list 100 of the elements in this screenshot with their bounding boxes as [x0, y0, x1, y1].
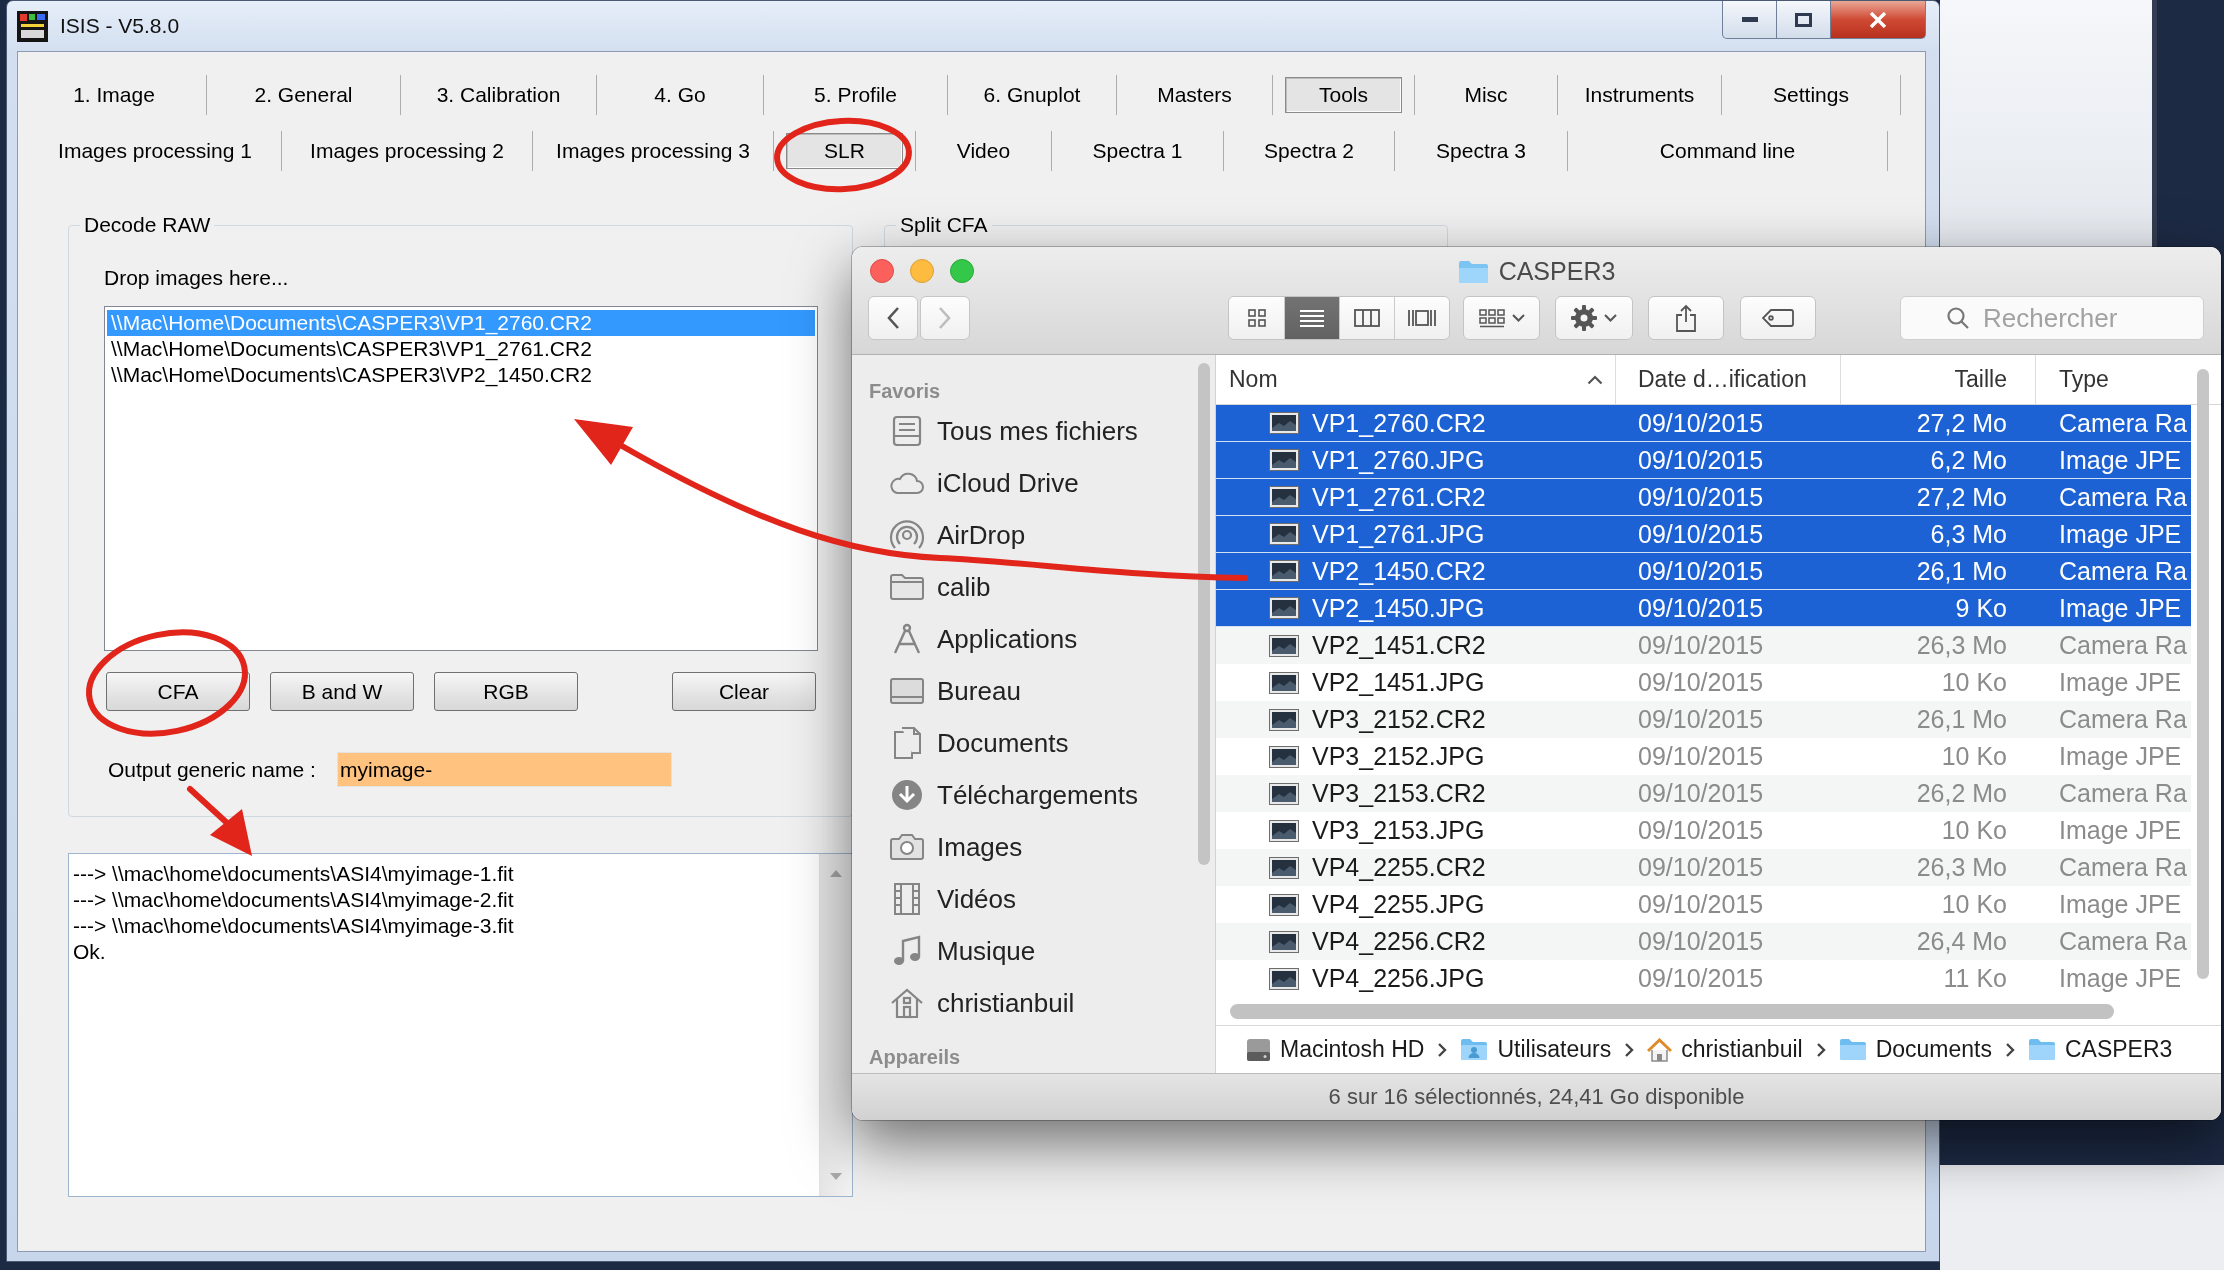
- tab[interactable]: Spectra 1: [1064, 133, 1211, 169]
- file-row[interactable]: VP1_2761.CR2 09/10/2015 27,2 Mo Camera Ra: [1216, 479, 2191, 516]
- file-size: 11 Ko: [1943, 964, 2007, 993]
- tab[interactable]: 6. Gnuplot: [960, 77, 1104, 113]
- grid-icon: [1478, 308, 1505, 328]
- file-name: VP3_2152.JPG: [1312, 742, 1485, 771]
- file-list-item[interactable]: \\Mac\Home\Documents\CASPER3\VP2_1450.CR2: [107, 362, 815, 388]
- tab[interactable]: Settings: [1734, 77, 1888, 113]
- tab[interactable]: Video: [928, 133, 1039, 169]
- view-mode-button[interactable]: [1284, 297, 1339, 339]
- file-row[interactable]: VP3_2152.CR2 09/10/2015 26,1 Mo Camera Ra: [1216, 701, 2191, 738]
- vertical-scrollbar[interactable]: [819, 854, 852, 1196]
- path-item[interactable]: Documents: [1838, 1036, 1992, 1063]
- search-field[interactable]: Rechercher: [1900, 296, 2204, 340]
- scrollbar-thumb[interactable]: [1230, 1003, 2114, 1019]
- tag-button[interactable]: [1740, 296, 1816, 340]
- path-item[interactable]: Utilisateurs: [1460, 1036, 1612, 1063]
- path-item[interactable]: christianbuil: [1647, 1036, 1803, 1063]
- close-button[interactable]: [870, 259, 894, 283]
- path-item[interactable]: CASPER3: [2028, 1036, 2173, 1063]
- image-thumbnail-icon: [1269, 560, 1299, 582]
- file-row[interactable]: VP2_1451.CR2 09/10/2015 26,3 Mo Camera Ra: [1216, 627, 2191, 664]
- file-row[interactable]: VP2_1450.CR2 09/10/2015 26,1 Mo Camera Ra: [1216, 553, 2191, 590]
- column-header[interactable]: Taille: [1840, 355, 2035, 404]
- file-row[interactable]: VP3_2153.CR2 09/10/2015 26,2 Mo Camera Ra: [1216, 775, 2191, 812]
- tab[interactable]: 2. General: [219, 77, 388, 113]
- file-name: VP3_2153.CR2: [1312, 779, 1486, 808]
- command-button[interactable]: CFA: [106, 672, 250, 711]
- file-size: 26,4 Mo: [1916, 927, 2007, 956]
- sidebar-item[interactable]: Bureau: [889, 665, 1021, 717]
- file-row[interactable]: VP1_2760.CR2 09/10/2015 27,2 Mo Camera Ra: [1216, 405, 2191, 442]
- column-header[interactable]: Type: [2035, 355, 2191, 404]
- file-date: 09/10/2015: [1638, 964, 1764, 993]
- file-row[interactable]: VP4_2256.CR2 09/10/2015 26,4 Mo Camera Ra: [1216, 923, 2191, 960]
- tab[interactable]: SLR: [786, 133, 903, 169]
- action-button[interactable]: [1555, 296, 1633, 340]
- minimize-button[interactable]: [1722, 1, 1777, 39]
- file-date: 09/10/2015: [1638, 408, 1764, 438]
- view-mode-control[interactable]: [1228, 296, 1450, 340]
- tab[interactable]: 1. Image: [34, 77, 194, 113]
- sidebar-item[interactable]: Images: [889, 821, 1023, 873]
- file-name: VP1_2760.CR2: [1312, 408, 1486, 438]
- command-button[interactable]: Clear: [672, 672, 816, 711]
- command-button[interactable]: B and W: [270, 672, 414, 711]
- home-icon: [889, 987, 925, 1019]
- sidebar-item[interactable]: iCloud Drive: [889, 457, 1079, 509]
- sidebar-item[interactable]: Vidéos: [889, 873, 1017, 925]
- maximize-button[interactable]: [1777, 1, 1831, 39]
- file-list-box[interactable]: \\Mac\Home\Documents\CASPER3\VP1_2760.CR2 \\Mac\Home\Documents\CASPER3\VP1_2761.CR2 \\Mac\Home\Documents\CASPER3\VP2_1450.CR2: [104, 306, 818, 651]
- sidebar-item[interactable]: calib: [889, 561, 991, 613]
- arrange-button[interactable]: [1463, 296, 1540, 340]
- tab[interactable]: Masters: [1129, 77, 1260, 113]
- file-date: 09/10/2015: [1638, 556, 1764, 586]
- path-item[interactable]: Macintosh HD: [1246, 1036, 1425, 1063]
- caret-down-icon: [1511, 314, 1525, 322]
- file-name: VP4_2256.JPG: [1312, 964, 1485, 993]
- view-mode-button[interactable]: [1339, 297, 1394, 339]
- file-row[interactable]: VP2_1450.JPG 09/10/2015 9 Ko Image JPE: [1216, 590, 2191, 627]
- columns-icon: [1354, 308, 1380, 328]
- tab[interactable]: Command line: [1580, 133, 1875, 169]
- command-button[interactable]: RGB: [434, 672, 578, 711]
- sidebar-item[interactable]: Téléchargements: [889, 769, 1138, 821]
- column-header[interactable]: Date d…ification: [1615, 355, 1840, 404]
- log-text-area[interactable]: ---> \\mac\home\documents\ASI4\myimage-1.fit ---> \\mac\home\documents\ASI4\myimage-2.fit ---> \\mac\home\documents\ASI4\myimage-3.fit Ok.: [68, 853, 853, 1197]
- file-row[interactable]: VP1_2761.JPG 09/10/2015 6,3 Mo Image JPE: [1216, 516, 2191, 553]
- tab[interactable]: Spectra 2: [1236, 133, 1382, 169]
- scrollbar-thumb[interactable]: [2197, 369, 2209, 979]
- tab[interactable]: Spectra 3: [1407, 133, 1555, 169]
- sidebar-item[interactable]: Applications: [889, 613, 1078, 665]
- navigation-button[interactable]: [868, 296, 918, 340]
- close-button[interactable]: [1831, 1, 1926, 39]
- view-mode-button[interactable]: [1394, 297, 1449, 339]
- sidebar-item[interactable]: Musique: [889, 925, 1036, 977]
- scrollbar-thumb[interactable]: [1198, 363, 1210, 865]
- caret-down-icon: [1604, 314, 1617, 322]
- tab[interactable]: Tools: [1285, 77, 1402, 113]
- tab[interactable]: Instruments: [1570, 77, 1709, 113]
- tab[interactable]: Images processing 3: [545, 133, 761, 169]
- output-name-field[interactable]: myimage-: [337, 752, 672, 787]
- tab[interactable]: Images processing 1: [41, 133, 269, 169]
- tab[interactable]: 4. Go: [609, 77, 751, 113]
- home-icon: [1647, 1037, 1673, 1062]
- tab[interactable]: 3. Calibration: [413, 77, 584, 113]
- tab[interactable]: Misc: [1427, 77, 1545, 113]
- sidebar-item[interactable]: christianbuil: [889, 977, 1075, 1029]
- sidebar-item[interactable]: Tous mes fichiers: [889, 405, 1138, 457]
- list-icon: [1299, 308, 1325, 328]
- share-button[interactable]: [1648, 296, 1724, 340]
- file-row[interactable]: VP1_2760.JPG 09/10/2015 6,2 Mo Image JPE: [1216, 442, 2191, 479]
- tab[interactable]: Images processing 2: [294, 133, 520, 169]
- tab[interactable]: 5. Profile: [776, 77, 935, 113]
- view-mode-button[interactable]: [1229, 297, 1284, 339]
- file-row[interactable]: VP4_2255.CR2 09/10/2015 26,3 Mo Camera Ra: [1216, 849, 2191, 886]
- column-header[interactable]: Nom: [1216, 355, 1615, 404]
- sidebar-item[interactable]: Documents: [889, 717, 1069, 769]
- image-thumbnail-icon: [1269, 819, 1299, 842]
- sidebar-item[interactable]: AirDrop: [889, 509, 1026, 561]
- file-name: VP2_1450.CR2: [1312, 556, 1486, 586]
- maximize-icon: [1795, 12, 1812, 27]
- file-list-item[interactable]: \\Mac\Home\Documents\CASPER3\VP1_2761.CR2: [107, 336, 815, 362]
